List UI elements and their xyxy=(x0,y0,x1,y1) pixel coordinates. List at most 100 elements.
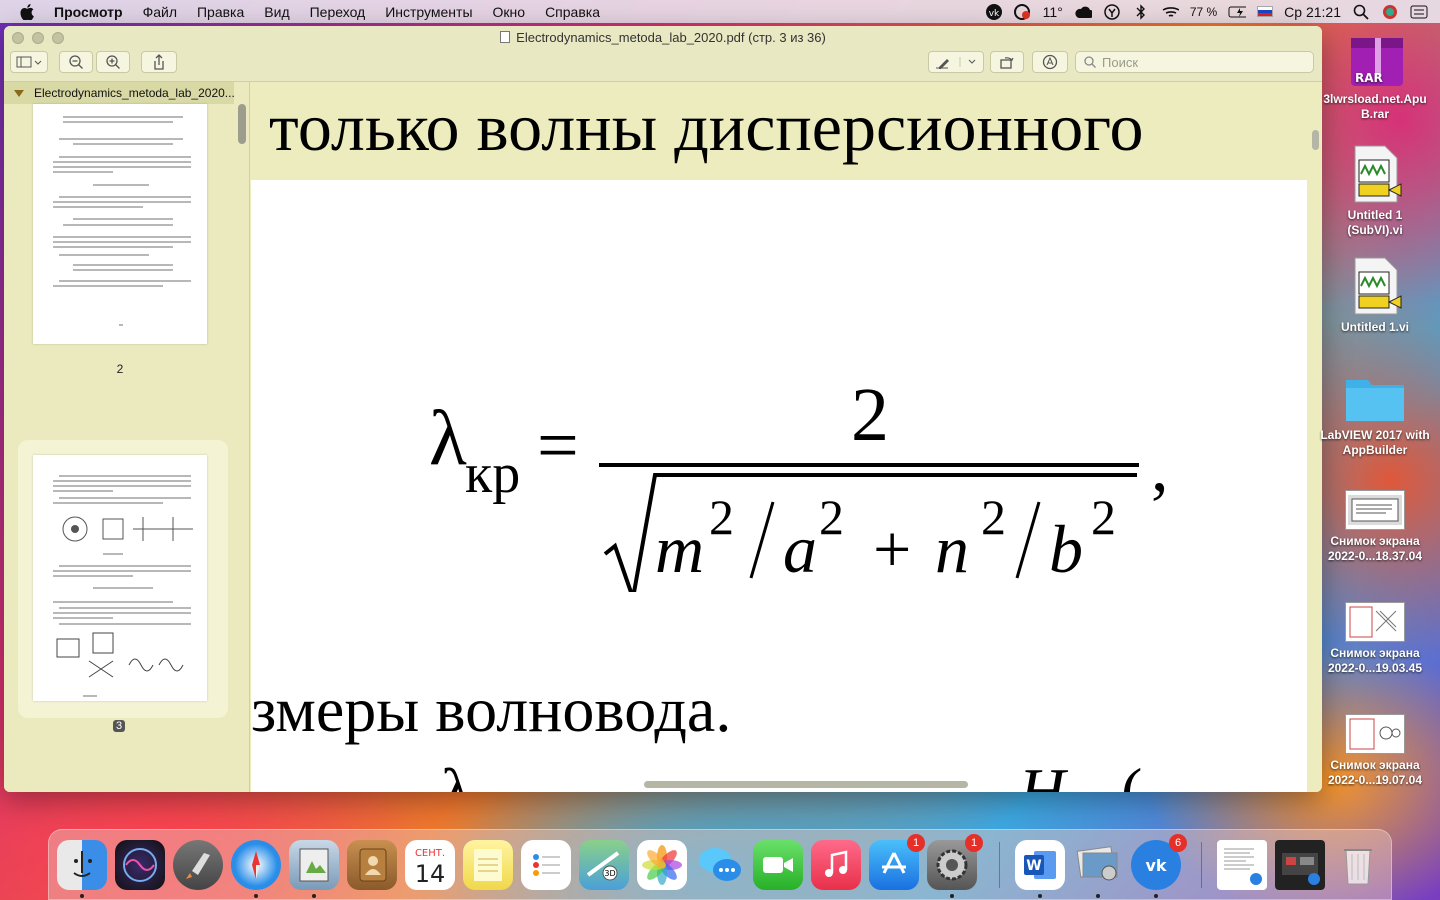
desktop-icon-label: Untitled 1 (SubVI).vi xyxy=(1347,208,1403,237)
recent-document-thumbnail-icon[interactable] xyxy=(1217,840,1267,890)
messages-icon[interactable] xyxy=(695,840,745,890)
menu-edit[interactable]: Правка xyxy=(197,4,244,20)
temperature-text: 11° xyxy=(1042,3,1063,20)
system-preferences-badge: 1 xyxy=(965,834,983,852)
battery-icon[interactable] xyxy=(1228,4,1247,20)
rotate-icon xyxy=(1000,57,1014,69)
svg-text:vk: vk xyxy=(1145,856,1166,875)
cloud-sync-icon[interactable] xyxy=(1013,3,1032,20)
desktop-icon-subvi[interactable]: Untitled 1 (SubVI).vi xyxy=(1320,144,1430,238)
trash-icon[interactable] xyxy=(1333,840,1383,890)
running-indicator xyxy=(312,894,316,898)
finder-icon[interactable] xyxy=(57,840,107,890)
svg-text:n: n xyxy=(935,511,969,587)
svg-text:3D: 3D xyxy=(604,869,615,878)
thumbnail-page-number-selected: 3 xyxy=(113,720,126,732)
menu-view[interactable]: Вид xyxy=(264,4,289,20)
pdf-page: только волны дисперсионного λ кр = 2 , m… xyxy=(251,82,1307,792)
desktop-icon-labview-folder[interactable]: LabVIEW 2017 with AppBuilder xyxy=(1320,372,1430,458)
svg-text:b: b xyxy=(1049,511,1083,587)
contacts-book-icon[interactable] xyxy=(347,840,397,890)
desktop-icon-screenshot-1[interactable]: Снимок экрана 2022-0...18.37.04 xyxy=(1320,490,1430,564)
svg-text:+: + xyxy=(873,511,911,587)
control-center-icon[interactable] xyxy=(1410,4,1428,20)
svg-text:2: 2 xyxy=(981,489,1006,545)
sidebar-scrollbar[interactable] xyxy=(238,104,246,144)
photos-icon[interactable] xyxy=(637,840,687,890)
desktop-icon-label: Untitled 1.vi xyxy=(1340,320,1409,334)
running-indicator xyxy=(1154,894,1158,898)
menu-app-name[interactable]: Просмотр xyxy=(54,4,123,20)
launchpad-icon[interactable] xyxy=(173,840,223,890)
music-icon[interactable] xyxy=(811,840,861,890)
clock-text[interactable]: Ср 21:21 xyxy=(1284,4,1341,20)
sidebar-document-name: Electrodynamics_metoda_lab_2020... xyxy=(34,86,235,100)
sidebar-document-header[interactable]: Electrodynamics_metoda_lab_2020... xyxy=(4,82,235,104)
desktop-icon-rar[interactable]: RAR 3lwrsload.net.Apu B.rar xyxy=(1320,36,1430,122)
thumbnail-page-number: 2 xyxy=(116,362,124,376)
siri-dock-icon[interactable] xyxy=(115,840,165,890)
notes-icon[interactable] xyxy=(463,840,513,890)
accessibility-icon[interactable] xyxy=(1103,3,1121,20)
bluetooth-icon[interactable] xyxy=(1132,3,1150,20)
labview-vi-icon xyxy=(1347,144,1403,204)
recent-window-thumbnail-icon[interactable] xyxy=(1275,840,1325,890)
folder-icon xyxy=(1344,372,1406,424)
reminders-icon[interactable] xyxy=(521,840,571,890)
desktop-icon-screenshot-2[interactable]: Снимок экрана 2022-0...19.03.45 xyxy=(1320,602,1430,676)
vk-messenger-icon[interactable]: vk 6 xyxy=(1131,834,1187,890)
pen-icon xyxy=(936,57,976,69)
menu-tools[interactable]: Инструменты xyxy=(385,4,472,20)
markup-toolbar-button[interactable] xyxy=(1032,51,1068,73)
share-button[interactable] xyxy=(141,51,177,73)
dock: СЕНТ. 14 3D 1 1 W vk 6 xyxy=(48,829,1392,900)
image-capture-icon[interactable] xyxy=(1073,840,1123,890)
thumbnail-page-2[interactable] xyxy=(33,104,207,344)
menu-file[interactable]: Файл xyxy=(143,4,177,20)
zoom-out-button[interactable] xyxy=(59,51,93,73)
weather-cloud-icon[interactable] xyxy=(1074,4,1092,20)
menu-help[interactable]: Справка xyxy=(545,4,600,20)
desktop-icon-vi[interactable]: Untitled 1.vi xyxy=(1320,256,1430,335)
preview-app-icon[interactable] xyxy=(289,840,339,890)
svg-text:2: 2 xyxy=(819,489,844,545)
running-indicator xyxy=(1096,894,1100,898)
desktop-icon-label: Снимок экрана 2022-0...18.37.04 xyxy=(1327,534,1423,563)
disclosure-triangle-icon[interactable] xyxy=(14,89,24,97)
apple-menu-icon[interactable] xyxy=(20,3,38,20)
menu-go[interactable]: Переход xyxy=(310,4,366,20)
zoom-in-icon xyxy=(106,55,120,69)
spotlight-search-icon[interactable] xyxy=(1352,4,1370,20)
input-source-flag-icon[interactable] xyxy=(1257,6,1274,17)
document-view[interactable]: только волны дисперсионного λ кр = 2 , m… xyxy=(251,82,1322,792)
document-text-line: только волны дисперсионного xyxy=(269,89,1144,165)
desktop-icon-screenshot-3[interactable]: Снимок экрана 2022-0...19.07.04 xyxy=(1320,714,1430,788)
markup-pen-button[interactable] xyxy=(928,51,984,73)
microsoft-word-icon[interactable]: W xyxy=(1015,840,1065,890)
vk-status-icon[interactable]: vk xyxy=(985,3,1003,20)
maps-icon[interactable]: 3D xyxy=(579,840,629,890)
sidebar-toggle-button[interactable] xyxy=(10,51,48,73)
svg-text:W: W xyxy=(1026,858,1041,874)
system-preferences-icon[interactable]: 1 xyxy=(927,834,983,890)
thumbnail-page-3[interactable] xyxy=(33,455,207,701)
svg-text:2: 2 xyxy=(1091,489,1116,545)
wifi-icon[interactable] xyxy=(1161,4,1179,20)
desktop-icon-label: 3lwrsload.net.Apu B.rar xyxy=(1323,92,1427,121)
running-indicator xyxy=(254,894,258,898)
calendar-icon[interactable]: СЕНТ. 14 xyxy=(405,840,455,890)
horizontal-scrollbar[interactable] xyxy=(644,781,968,788)
siri-icon[interactable] xyxy=(1381,4,1399,20)
share-icon xyxy=(154,54,164,70)
safari-icon[interactable] xyxy=(231,840,281,890)
svg-text:m: m xyxy=(655,511,704,587)
zoom-in-button[interactable] xyxy=(96,51,130,73)
search-placeholder: Поиск xyxy=(1102,54,1139,70)
menu-window[interactable]: Окно xyxy=(493,4,526,20)
document-text-line: змеры волновода. xyxy=(251,674,732,745)
facetime-icon[interactable] xyxy=(753,840,803,890)
search-field[interactable]: Поиск xyxy=(1075,51,1314,73)
rotate-button[interactable] xyxy=(990,51,1024,73)
vertical-scrollbar[interactable] xyxy=(1312,130,1319,150)
app-store-icon[interactable]: 1 xyxy=(869,834,925,890)
